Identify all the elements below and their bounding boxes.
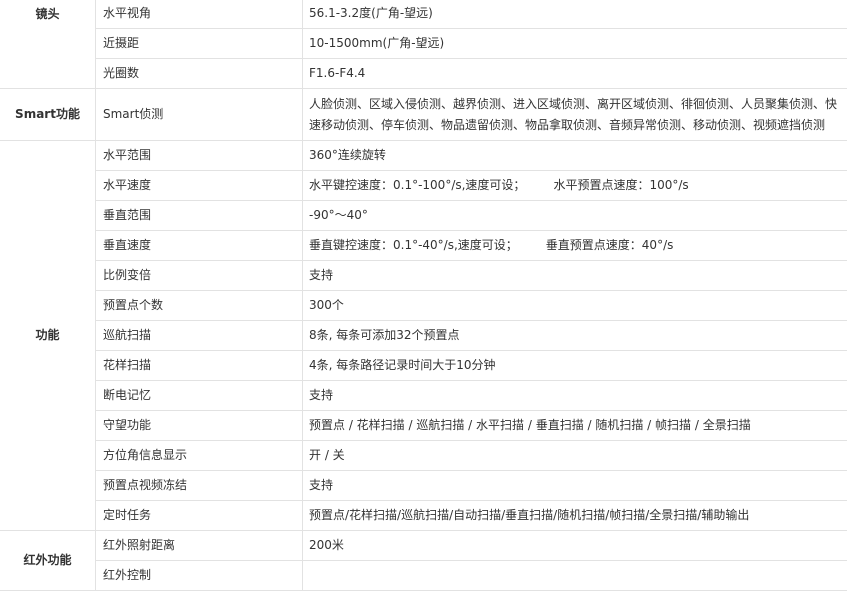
spec-name: 水平速度	[95, 170, 303, 201]
table-row: 花样扫描 4条, 每条路径记录时间大于10分钟	[0, 350, 847, 381]
table-row: 比例变倍 支持	[0, 260, 847, 291]
category-lens: 镜头	[0, 0, 96, 89]
table-row: 镜头 水平视角 56.1-3.2度(广角-望远)	[0, 0, 847, 89]
table-row: 巡航扫描 8条, 每条可添加32个预置点	[0, 320, 847, 351]
table-row: 光圈数 F1.6-F4.4	[0, 58, 847, 89]
spec-name: 方位角信息显示	[95, 440, 303, 471]
table-row: 垂直范围 -90°～40°	[0, 200, 847, 231]
table-row: 垂直速度 垂直键控速度：0.1°-40°/s,速度可设； 垂直预置点速度：40°/…	[0, 230, 847, 261]
spec-name: 水平范围	[95, 140, 303, 171]
table-row: 红外控制	[0, 560, 847, 591]
spec-value: 预置点 / 花样扫描 / 巡航扫描 / 水平扫描 / 垂直扫描 / 随机扫描 /…	[302, 410, 847, 441]
spec-value: 开 / 关	[302, 440, 847, 471]
spec-value: 水平键控速度：0.1°-100°/s,速度可设； 水平预置点速度：100°/s	[302, 170, 847, 201]
spec-name: 垂直速度	[95, 230, 303, 261]
spec-value: 10-1500mm(广角-望远)	[302, 28, 847, 59]
spec-value: 8条, 每条可添加32个预置点	[302, 320, 847, 351]
table-row: Smart功能 Smart侦测 人脸侦测、区域入侵侦测、越界侦测、进入区域侦测、…	[0, 88, 847, 141]
spec-value: 360°连续旋转	[302, 140, 847, 171]
category-infrared: 红外功能	[0, 530, 96, 591]
spec-value: 300个	[302, 290, 847, 321]
table-row: 近摄距 10-1500mm(广角-望远)	[0, 28, 847, 59]
spec-value-part: 垂直键控速度：0.1°-40°/s,速度可设；	[309, 238, 518, 252]
spec-name: 光圈数	[95, 58, 303, 89]
spec-name: 红外照射距离	[95, 530, 303, 561]
spec-value: -90°～40°	[302, 200, 847, 231]
spec-name: 预置点个数	[95, 290, 303, 321]
spec-value: 4条, 每条路径记录时间大于10分钟	[302, 350, 847, 381]
spec-table: 镜头 水平视角 56.1-3.2度(广角-望远) 近摄距 10-1500mm(广…	[0, 0, 847, 591]
spec-name: 巡航扫描	[95, 320, 303, 351]
table-row: 预置点个数 300个	[0, 290, 847, 321]
spec-name: 垂直范围	[95, 200, 303, 231]
table-row: 方位角信息显示 开 / 关	[0, 440, 847, 471]
category-smart: Smart功能	[0, 88, 96, 141]
spec-value: 垂直键控速度：0.1°-40°/s,速度可设； 垂直预置点速度：40°/s	[302, 230, 847, 261]
spec-value: 支持	[302, 260, 847, 291]
spec-name: 定时任务	[95, 500, 303, 531]
spec-value: 支持	[302, 470, 847, 501]
table-row: 功能 水平范围 360°连续旋转	[0, 140, 847, 531]
table-row: 守望功能 预置点 / 花样扫描 / 巡航扫描 / 水平扫描 / 垂直扫描 / 随…	[0, 410, 847, 441]
table-row: 水平速度 水平键控速度：0.1°-100°/s,速度可设； 水平预置点速度：100…	[0, 170, 847, 201]
spec-value: 人脸侦测、区域入侵侦测、越界侦测、进入区域侦测、离开区域侦测、徘徊侦测、人员聚集…	[302, 88, 847, 141]
table-row: 断电记忆 支持	[0, 380, 847, 411]
spec-value: 支持	[302, 380, 847, 411]
spec-name: 预置点视频冻结	[95, 470, 303, 501]
spec-name: 断电记忆	[95, 380, 303, 411]
spec-name: 守望功能	[95, 410, 303, 441]
spec-value: F1.6-F4.4	[302, 58, 847, 89]
spec-value: 56.1-3.2度(广角-望远)	[302, 0, 847, 29]
table-row: 定时任务 预置点/花样扫描/巡航扫描/自动扫描/垂直扫描/随机扫描/帧扫描/全景…	[0, 500, 847, 531]
table-row: 预置点视频冻结 支持	[0, 470, 847, 501]
spec-value-part: 水平预置点速度：100°/s	[553, 178, 689, 192]
spec-name: 水平视角	[95, 0, 303, 29]
spec-value-part: 水平键控速度：0.1°-100°/s,速度可设；	[309, 178, 526, 192]
spec-name: Smart侦测	[95, 88, 303, 141]
spec-value: 200米	[302, 530, 847, 561]
spec-value-part: 垂直预置点速度：40°/s	[545, 238, 674, 252]
spec-value	[302, 560, 847, 591]
spec-name: 红外控制	[95, 560, 303, 591]
category-function: 功能	[0, 140, 96, 531]
spec-value: 预置点/花样扫描/巡航扫描/自动扫描/垂直扫描/随机扫描/帧扫描/全景扫描/辅助…	[302, 500, 847, 531]
spec-name: 近摄距	[95, 28, 303, 59]
spec-name: 比例变倍	[95, 260, 303, 291]
table-row: 红外功能 红外照射距离 200米	[0, 530, 847, 591]
spec-name: 花样扫描	[95, 350, 303, 381]
